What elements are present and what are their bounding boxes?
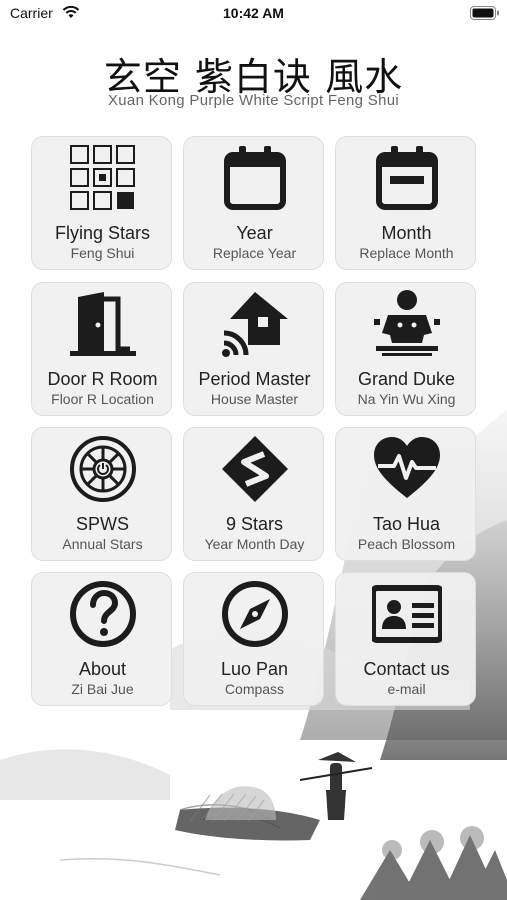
nine-stars-icon	[220, 434, 290, 504]
tile-title: Door R Room	[47, 369, 158, 389]
clock: 10:42 AM	[223, 5, 284, 21]
nine-stars-tile[interactable]: 9 Stars Year Month Day	[183, 427, 324, 561]
tile-subtitle: House Master	[210, 391, 299, 407]
luo-pan-tile[interactable]: Luo Pan Compass	[183, 572, 324, 706]
contact-us-tile[interactable]: Contact us e-mail	[335, 572, 476, 706]
tile-title: About	[78, 659, 127, 679]
tile-subtitle: Compass	[224, 681, 285, 697]
grand-duke-tile[interactable]: Grand Duke Na Yin Wu Xing	[335, 282, 476, 416]
tile-subtitle: e-mail	[387, 681, 426, 697]
status-bar: Carrier 10:42 AM	[0, 0, 507, 30]
battery-icon	[470, 6, 499, 20]
tile-title: Luo Pan	[220, 659, 289, 679]
tile-title: Tao Hua	[372, 514, 441, 534]
about-tile[interactable]: About Zi Bai Jue	[31, 572, 172, 706]
flying-stars-tile[interactable]: Flying Stars Feng Shui	[31, 136, 172, 270]
calendar-month-icon	[372, 143, 442, 213]
smart-home-icon	[220, 289, 290, 359]
compass-wheel-icon	[68, 434, 138, 504]
tile-subtitle: Floor R Location	[51, 391, 154, 407]
tile-title: 9 Stars	[225, 514, 284, 534]
app-subtitle: Xuan Kong Purple White Script Feng Shui	[107, 92, 400, 109]
tile-title: SPWS	[75, 514, 129, 534]
year-tile[interactable]: Year Replace Year	[183, 136, 324, 270]
tile-subtitle: Feng Shui	[70, 245, 135, 261]
tile-subtitle: Annual Stars	[62, 536, 143, 552]
tile-title: Year	[236, 223, 273, 243]
compass-icon	[220, 579, 290, 649]
tile-subtitle: Replace Month	[359, 245, 454, 261]
tile-subtitle: Na Yin Wu Xing	[357, 391, 456, 407]
tao-hua-tile[interactable]: Tao Hua Peach Blossom	[335, 427, 476, 561]
question-icon	[68, 579, 138, 649]
tile-title: Month	[381, 223, 432, 243]
spws-tile[interactable]: SPWS Annual Stars	[31, 427, 172, 561]
tile-subtitle: Zi Bai Jue	[71, 681, 134, 697]
heartbeat-icon	[372, 434, 442, 504]
tile-subtitle: Peach Blossom	[357, 536, 456, 552]
id-card-icon	[372, 579, 442, 649]
door-icon	[68, 289, 138, 359]
tile-title: Grand Duke	[357, 369, 456, 389]
tile-title: Period Master	[198, 369, 311, 389]
month-tile[interactable]: Month Replace Month	[335, 136, 476, 270]
grand-duke-icon	[372, 289, 442, 359]
tile-title: Flying Stars	[54, 223, 151, 243]
period-master-tile[interactable]: Period Master House Master	[183, 282, 324, 416]
calendar-icon	[220, 143, 290, 213]
flying-stars-grid-icon	[68, 143, 138, 213]
tile-subtitle: Year Month Day	[204, 536, 305, 552]
tile-title: Contact us	[363, 659, 450, 679]
tile-subtitle: Replace Year	[212, 245, 297, 261]
door-room-tile[interactable]: Door R Room Floor R Location	[31, 282, 172, 416]
